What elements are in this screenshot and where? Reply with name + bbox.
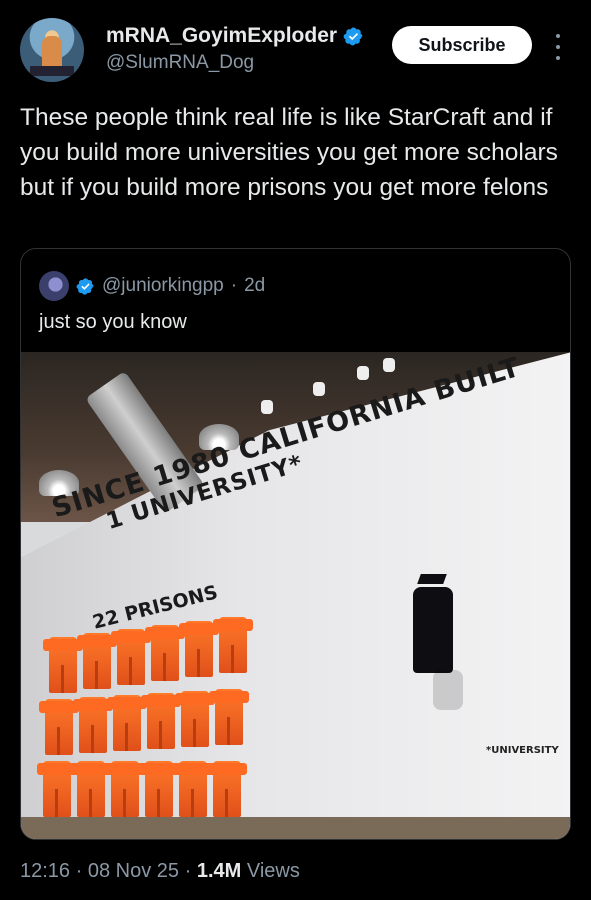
views-label: Views (246, 860, 300, 882)
jumpsuit (73, 697, 113, 753)
photo-spotlight (313, 382, 325, 396)
tweet-date[interactable]: 08 Nov 25 (88, 860, 179, 882)
more-dot (556, 44, 560, 49)
quoted-tweet-header: @juniorkingpp · 2d (39, 271, 265, 301)
jumpsuit (209, 689, 249, 745)
verified-badge-icon (343, 27, 363, 45)
avatar-figure (42, 36, 62, 70)
jumpsuit (213, 617, 253, 673)
subscribe-button[interactable]: Subscribe (392, 26, 532, 64)
author-display-name[interactable]: mRNA_GoyimExploder (106, 24, 337, 48)
photo-footnote: *UNIVERSITY (486, 745, 559, 756)
tweet-meta: 12:16 · 08 Nov 25 · 1.4M Views (20, 860, 300, 883)
jumpsuit (175, 691, 215, 747)
jumpsuit (111, 629, 151, 685)
avatar-base (30, 66, 74, 76)
photo-graduation-gown (413, 587, 453, 673)
jumpsuit (39, 699, 79, 755)
more-dot (556, 33, 560, 38)
jumpsuit (43, 637, 83, 693)
jumpsuit (139, 761, 179, 817)
jumpsuit (145, 625, 185, 681)
views-count: 1.4M (196, 860, 242, 882)
dot-separator: · (184, 860, 192, 882)
photo-gown-shadow (433, 670, 463, 710)
tweet-text: These people think real life is like Sta… (20, 104, 558, 201)
jumpsuit (141, 693, 181, 749)
quoted-tweet-age[interactable]: 2d (244, 275, 265, 297)
verified-badge-icon (76, 277, 94, 295)
jumpsuit (107, 695, 147, 751)
tweet-header: mRNA_GoyimExploder @SlumRNA_Dog Subscrib… (0, 0, 591, 100)
quoted-author-avatar[interactable] (39, 271, 69, 301)
quoted-tweet[interactable]: @juniorkingpp · 2d just so you know SINC… (20, 248, 571, 840)
jumpsuit (37, 761, 77, 817)
dot-separator: · (75, 860, 83, 882)
photo-jumpsuits (37, 617, 253, 817)
jumpsuit (179, 621, 219, 677)
photo-spotlight (261, 400, 273, 414)
jumpsuit (105, 761, 145, 817)
author-avatar[interactable] (20, 18, 84, 82)
tweet-time[interactable]: 12:16 (20, 860, 70, 882)
photo-graduation-cap (417, 574, 447, 584)
jumpsuit (173, 761, 213, 817)
photo-spotlight (383, 358, 395, 372)
jumpsuit (71, 761, 111, 817)
author-handle[interactable]: @SlumRNA_Dog (106, 52, 254, 74)
jumpsuit (207, 761, 247, 817)
quoted-author-handle[interactable]: @juniorkingpp (102, 275, 224, 297)
dot-separator: · (230, 275, 238, 296)
more-dot (556, 56, 560, 61)
author-name-row: mRNA_GoyimExploder (106, 24, 364, 48)
photo-floor (21, 817, 570, 839)
quoted-tweet-text: just so you know (39, 311, 187, 333)
photo-spotlight (357, 366, 369, 380)
quoted-tweet-photo[interactable]: SINCE 1980 CALIFORNIA BUILT 1 UNIVERSITY… (21, 352, 570, 839)
jumpsuit (77, 633, 117, 689)
more-vertical-icon[interactable] (548, 30, 568, 64)
